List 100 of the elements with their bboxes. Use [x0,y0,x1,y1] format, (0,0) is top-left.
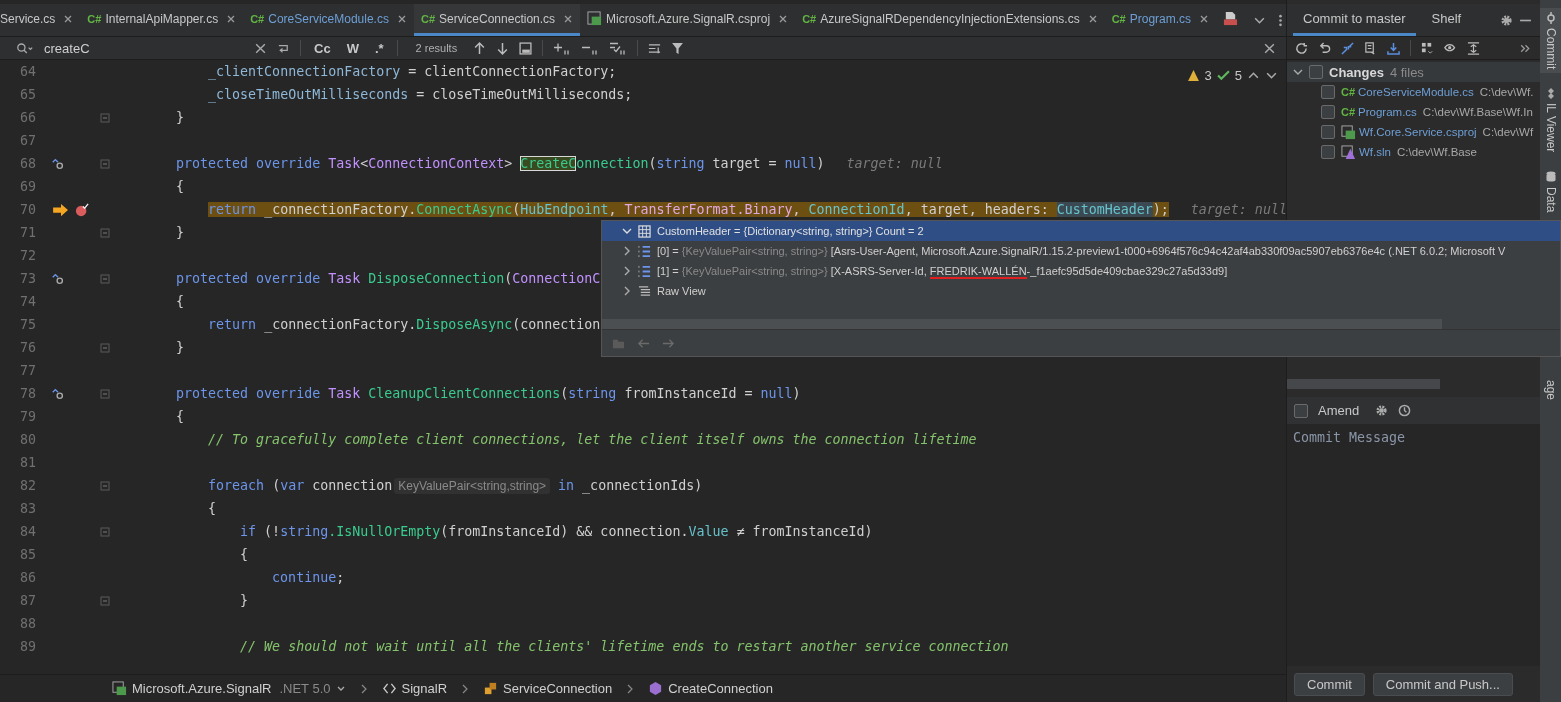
close-icon[interactable] [1263,41,1276,55]
scrollbar[interactable] [1287,379,1440,389]
solution-file-icon [1341,144,1356,160]
inline-hint: target: null [846,156,943,171]
clock-icon[interactable] [1398,404,1412,417]
raw-view-label[interactable]: Raw View [657,285,706,297]
clear-icon[interactable] [254,41,267,55]
code-text: _closeTimeOutMilliseconds = closeTimeOutMilliseconds; [207,87,633,102]
code-text: protected override Task CleanupClientConnections(string fromInstanceId = null) [175,386,801,401]
editor-tab[interactable]: Microsoft.Azure.SignalR.csproj [580,4,796,36]
table-icon [638,224,651,238]
code-text: { [175,294,185,309]
code-text: return _connectionFactory.ConnectAsync(HubEndpoint, TransferFormat.Binary, ConnectionId, target, headers: CustomHeader); [207,202,1169,217]
code-text: { [175,179,185,194]
override-icon[interactable] [51,271,65,286]
check-icon[interactable] [1216,69,1230,82]
checkbox[interactable] [1321,145,1335,159]
editor-tab[interactable]: Service.cs [0,4,81,36]
amend-label[interactable]: Amend [1318,403,1360,418]
changed-file[interactable]: Wf.Core.Service.csproj C:\dev\Wf [1341,124,1534,140]
close-icon[interactable] [1199,13,1210,24]
commit-message-field[interactable]: Commit Message [1287,424,1540,666]
commit-button[interactable]: Commit [1294,672,1365,696]
side-tab[interactable]: IL Viewer [1540,83,1561,157]
editor-tab[interactable]: C# Program.cs [1104,4,1217,36]
window-icon[interactable] [519,41,533,55]
editor-tab[interactable]: C# CoreServiceModule.cs [243,4,414,36]
checkbox[interactable] [1294,403,1308,418]
checkbox[interactable] [1321,125,1335,139]
breadcrumb-item[interactable]: SignalR [381,681,448,696]
override-icon[interactable] [51,386,65,401]
search-option-toggle[interactable]: W [343,39,362,57]
search-option-toggle[interactable]: Cc [311,39,334,57]
code-text: in _connectionIds) [558,478,703,493]
override-icon[interactable] [51,156,65,171]
undo-icon[interactable] [1318,41,1331,55]
diff-icon[interactable] [1341,41,1354,55]
code-text: } [175,225,185,240]
changed-file[interactable]: C# CoreServiceModule.cs C:\dev\Wf. [1341,86,1534,98]
format-icon[interactable] [648,41,662,55]
checkbox[interactable] [1309,65,1323,79]
commit-button[interactable]: Commit and Push... [1372,672,1513,696]
editor-tab[interactable]: C# ServiceConnection.cs [413,4,581,36]
line-number: 89 [19,639,36,654]
changed-file[interactable]: C# Program.cs C:\dev\Wf.Base\Wf.In [1341,106,1533,118]
download-icon[interactable] [1387,41,1400,55]
line-number: 82 [19,478,36,493]
line-number: 67 [19,133,36,148]
side-tab[interactable]: Commit [1540,8,1561,74]
editor-tab[interactable]: C# AzureSignalRDependencyInjectionExtensions.cs [795,4,1105,36]
editor-tab[interactable]: C# InternalApiMapper.cs [80,4,244,36]
changed-file[interactable]: Wf.sln C:\dev\Wf.Base [1341,144,1477,160]
panel-tab[interactable]: Shelf [1421,4,1472,36]
refresh-icon[interactable] [1295,41,1308,55]
code-text: { [175,409,185,424]
breadcrumb-item[interactable]: Microsoft.Azure.SignalR .NET 5.0 [112,681,346,696]
warning-count: 3 [1204,68,1212,83]
changes-label[interactable]: Changes [1329,64,1384,80]
group-icon[interactable] [1421,41,1434,55]
code-text: return _connectionFactory.DisposeAsync(connection [207,317,601,332]
close-icon[interactable] [563,13,574,24]
select-all-icon[interactable] [609,41,628,55]
debug-tree-header[interactable]: CustomHeader = {Dictionary<string, string>} Count = 2 [602,221,1560,241]
document-icon[interactable] [1364,41,1377,55]
breadcrumb-item[interactable]: ServiceConnection [483,681,613,696]
settings-icon[interactable] [1500,13,1513,27]
breakpoint-icon[interactable] [75,202,89,217]
scrollbar[interactable] [602,319,1442,329]
search-option-toggle[interactable]: .* [371,39,387,57]
csharp-file-icon: C# [1341,106,1356,118]
line-number: 72 [19,248,36,263]
search-field[interactable]: createC [44,40,244,56]
breadcrumb-item[interactable]: CreateConnection [648,681,773,696]
filter-icon[interactable] [671,41,685,55]
panel-tab[interactable]: Commit to master [1293,4,1416,36]
add-occurrence-icon[interactable] [553,41,572,55]
close-icon[interactable] [63,13,74,24]
arrow-up-icon[interactable] [473,41,487,55]
raw-view-icon [638,284,651,298]
code-text: foreach (var connection [207,478,393,493]
settings-icon[interactable] [1375,404,1389,417]
debug-value[interactable]: [0] = {KeyValuePair<string, string>} [Asrs-User-Agent, Microsoft.Azure.SignalR/1.15.2-preview1-t000+6964f576c94c42af4ab330f09ac5907eb6376e4c (.NET 6.0.2; Microsoft V [657,245,1506,257]
checkbox[interactable] [1321,105,1335,119]
csharp-file-icon: C# [802,12,817,25]
line-number: 69 [19,179,36,194]
code-text: _clientConnectionFactory = clientConnectionFactory; [207,64,617,79]
debug-value[interactable]: [1] = {KeyValuePair<string, string>} [X-ASRS-Server-Id, FREDRIK-WALLÉN-_f1aefc95d5de409cbae329c27a5d33d9] [657,265,1228,277]
warning-icon[interactable] [1186,69,1200,82]
close-icon[interactable] [778,13,789,24]
expand-icon[interactable] [1467,41,1480,55]
close-icon[interactable] [1087,13,1098,24]
search-icon[interactable] [16,41,34,55]
side-tab[interactable]: Data [1540,166,1561,217]
file-path: C:\dev\Wf [1482,126,1534,138]
file-path: C:\dev\Wf.Base\Wf.In [1422,106,1533,118]
checkbox[interactable] [1321,85,1335,99]
arrow-down-icon[interactable] [496,41,510,55]
close-icon[interactable] [226,13,237,24]
close-icon[interactable] [396,13,407,24]
line-number: 83 [19,501,36,516]
